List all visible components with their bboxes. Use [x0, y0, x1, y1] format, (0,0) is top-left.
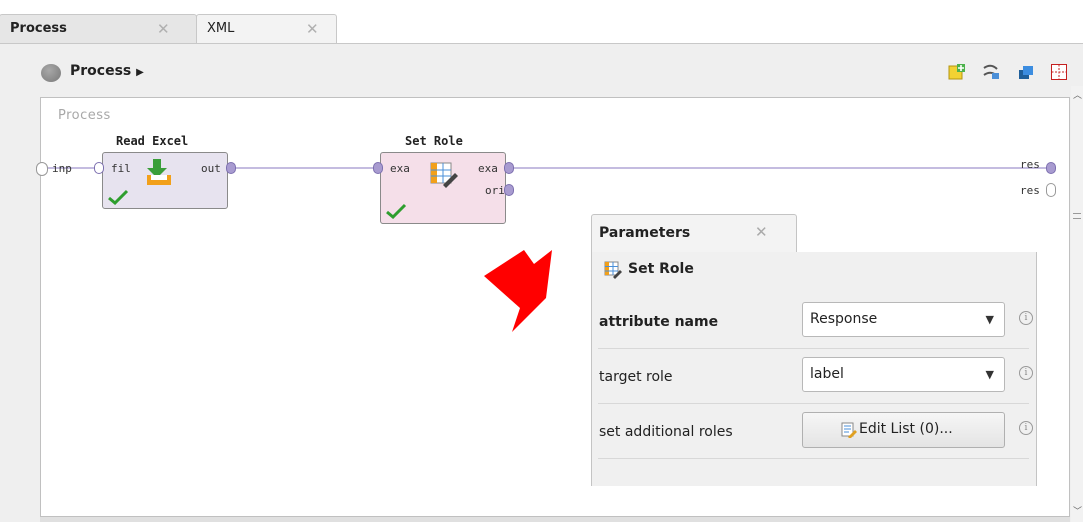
param-row-attribute-name: attribute name Response ▼ i: [598, 295, 1033, 349]
port-fil[interactable]: [94, 162, 104, 174]
read-excel-icon: [147, 159, 171, 185]
param-label-additional-roles: set additional roles: [599, 424, 733, 440]
result-port[interactable]: [1046, 162, 1056, 174]
check-icon: [108, 189, 129, 205]
param-label-target-role: target role: [599, 369, 673, 385]
port-label-fil: fil: [111, 162, 131, 175]
operator-read-excel[interactable]: fil out: [102, 152, 228, 209]
port-label-out: out: [201, 162, 221, 175]
parameters-operator-name: Set Role: [628, 261, 694, 277]
operator-set-role[interactable]: exa exa ori: [380, 152, 506, 224]
result-port-label: res: [1020, 158, 1040, 171]
port-exa-out[interactable]: [504, 162, 514, 174]
parameters-tab-label: Parameters: [599, 225, 691, 241]
target-role-select[interactable]: label ▼: [802, 357, 1005, 392]
port-ori[interactable]: [504, 184, 514, 196]
check-icon: [386, 203, 407, 219]
dropdown-arrow-icon: ▼: [985, 368, 994, 381]
dropdown-arrow-icon: ▼: [985, 313, 994, 326]
info-icon[interactable]: i: [1019, 421, 1033, 435]
result-port-label: res: [1020, 184, 1040, 197]
port-label-exa-out: exa: [478, 162, 498, 175]
param-row-target-role: target role label ▼ i: [598, 350, 1033, 404]
attribute-name-value: Response: [810, 311, 878, 327]
info-icon[interactable]: i: [1019, 366, 1033, 380]
port-out[interactable]: [226, 162, 236, 174]
horizontal-scrollbar[interactable]: [40, 517, 1070, 522]
red-arrow-annotation: [484, 250, 552, 332]
edit-list-label: Edit List (0)...: [859, 421, 953, 437]
target-role-value: label: [810, 366, 844, 382]
port-label-ori: ori: [485, 184, 505, 197]
parameters-body: Set Role attribute name Response ▼ i tar…: [591, 252, 1037, 486]
port-exa-in[interactable]: [373, 162, 383, 174]
input-port-label: inp: [52, 162, 72, 175]
info-icon[interactable]: i: [1019, 311, 1033, 325]
edit-list-icon: [841, 422, 857, 438]
edit-list-button[interactable]: Edit List (0)...: [802, 412, 1005, 448]
vertical-scrollbar[interactable]: ︿ ﹀: [1071, 86, 1083, 522]
close-icon[interactable]: ✕: [755, 223, 768, 241]
set-role-icon: [604, 261, 622, 279]
chevron-up-icon[interactable]: ︿: [1073, 88, 1082, 101]
parameters-tab-bar: Parameters ✕: [591, 214, 1037, 252]
set-role-icon: [430, 162, 458, 188]
param-row-additional-roles: set additional roles Edit List (0)... i: [598, 405, 1033, 459]
scroll-grip-icon[interactable]: [1073, 213, 1081, 219]
tab-parameters[interactable]: Parameters ✕: [591, 214, 797, 252]
chevron-down-icon[interactable]: ﹀: [1073, 504, 1082, 517]
parameters-panel: Parameters ✕ Set Role attribute name Res…: [591, 214, 1037, 486]
result-port[interactable]: [1046, 183, 1056, 197]
attribute-name-select[interactable]: Response ▼: [802, 302, 1005, 337]
port-label-exa-in: exa: [390, 162, 410, 175]
param-label-attribute-name: attribute name: [599, 314, 719, 330]
process-input-port[interactable]: [36, 162, 48, 176]
operator-title-read-excel: Read Excel: [116, 134, 189, 148]
operator-title-set-role: Set Role: [405, 134, 463, 148]
